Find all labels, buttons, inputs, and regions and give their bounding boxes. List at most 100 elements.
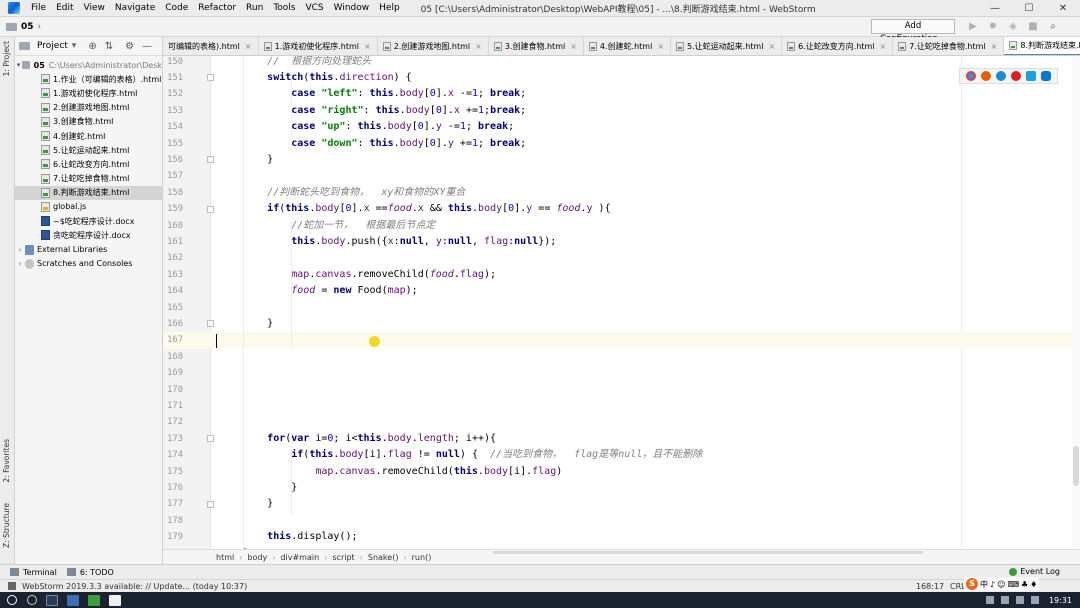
fold-marker-icon[interactable] bbox=[207, 74, 214, 82]
code-line[interactable]: 166 } bbox=[163, 316, 1080, 332]
breadcrumb-item[interactable]: script bbox=[332, 553, 354, 562]
code-line[interactable]: 157 bbox=[163, 168, 1080, 184]
ime-tray-icon[interactable] bbox=[1030, 596, 1039, 604]
firefox-icon[interactable] bbox=[980, 71, 991, 81]
ime-tools-icon[interactable]: ♦ bbox=[1030, 580, 1037, 589]
menu-file[interactable]: File bbox=[26, 0, 51, 17]
fold-marker-icon[interactable] bbox=[207, 156, 214, 164]
breadcrumb-item[interactable]: run() bbox=[412, 553, 432, 562]
minimize-button[interactable]: — bbox=[978, 0, 1012, 17]
ime-mode-chinese[interactable]: 中 bbox=[980, 579, 988, 590]
close-tab-icon[interactable]: × bbox=[991, 42, 998, 51]
tree-file-item[interactable]: global.js bbox=[15, 200, 162, 214]
menu-view[interactable]: View bbox=[79, 0, 110, 17]
close-tab-icon[interactable]: × bbox=[475, 42, 482, 51]
menu-code[interactable]: Code bbox=[160, 0, 193, 17]
code-editor[interactable]: 150 // 根据方向处理蛇头 151 switch(this.direction… bbox=[163, 56, 1080, 549]
debug-icon[interactable]: ✹ bbox=[983, 19, 1003, 34]
code-line[interactable]: 150 // 根据方向处理蛇头 bbox=[163, 56, 1080, 70]
editor-tab[interactable]: 7.让蛇吃掉食物.html × bbox=[893, 37, 1005, 55]
tree-scratches[interactable]: › Scratches and Consoles bbox=[15, 257, 162, 271]
code-line[interactable]: 159 if(this.body[0].x ==food.x && this.b… bbox=[163, 201, 1080, 217]
start-icon[interactable] bbox=[7, 595, 17, 605]
breadcrumb-item[interactable]: Snake() bbox=[368, 553, 399, 562]
tree-file-item[interactable]: ~$吃蛇程序设计.docx bbox=[15, 214, 162, 228]
code-line[interactable]: 154 case "up": this.body[0].y -=1; break… bbox=[163, 119, 1080, 135]
nav-folder-crumb[interactable]: 05 › bbox=[6, 22, 41, 32]
code-line[interactable]: 153 case "right": this.body[0].x +=1;bre… bbox=[163, 103, 1080, 119]
editor-tab[interactable]: 8.判断游戏结束.html× bbox=[1004, 37, 1080, 55]
ime-skin-icon[interactable]: ♣ bbox=[1021, 580, 1028, 589]
breadcrumb-item[interactable]: html bbox=[216, 553, 234, 562]
code-line[interactable]: 162 bbox=[163, 250, 1080, 266]
tree-file-item[interactable]: 贪吃蛇程序设计.docx bbox=[15, 228, 162, 242]
status-toggle-icon[interactable] bbox=[8, 582, 16, 590]
app-icon[interactable] bbox=[109, 594, 121, 606]
structure-tool-button[interactable]: Z: Structure bbox=[2, 503, 11, 548]
tree-file-item[interactable]: 5.让蛇运动起来.html bbox=[15, 143, 162, 157]
add-configuration-button[interactable]: Add Configuration... bbox=[871, 19, 955, 44]
close-tab-icon[interactable]: × bbox=[570, 42, 577, 51]
code-line[interactable]: 170 bbox=[163, 382, 1080, 398]
code-line[interactable]: 160 //蛇加一节， 根据最后节点定 bbox=[163, 218, 1080, 234]
code-line[interactable]: 179 this.display(); bbox=[163, 529, 1080, 545]
code-line[interactable]: 152 case "left": this.body[0].x -=1; bre… bbox=[163, 86, 1080, 102]
tree-file-item[interactable]: 4.创建蛇.html bbox=[15, 129, 162, 143]
close-button[interactable]: ✕ bbox=[1046, 0, 1080, 17]
breadcrumb-item[interactable]: body bbox=[247, 553, 267, 562]
tree-file-item[interactable]: 2.创建游戏地图.html bbox=[15, 101, 162, 115]
fold-marker-icon[interactable] bbox=[207, 435, 214, 443]
tree-external-libraries[interactable]: › External Libraries bbox=[15, 242, 162, 256]
chrome-icon[interactable] bbox=[965, 71, 976, 81]
project-tool-button[interactable]: 1: Project bbox=[2, 41, 11, 76]
close-tab-icon[interactable]: × bbox=[364, 42, 371, 51]
tree-file-item[interactable]: 3.创建食物.html bbox=[15, 115, 162, 129]
code-line[interactable]: 174 if(this.body[i].flag != null) { //当吃… bbox=[163, 447, 1080, 463]
tree-file-item[interactable]: 8.判断游戏结束.html bbox=[15, 185, 162, 200]
menu-window[interactable]: Window bbox=[329, 0, 375, 17]
run-icon[interactable]: ▶ bbox=[963, 19, 983, 34]
todo-tool-button[interactable]: 6: TODO bbox=[66, 568, 114, 577]
opera-icon[interactable] bbox=[1011, 71, 1022, 81]
fold-marker-icon[interactable] bbox=[207, 500, 214, 508]
ime-emoji-icon[interactable]: ☺ bbox=[997, 580, 1005, 589]
code-line[interactable]: 164 food = new Food(map); bbox=[163, 283, 1080, 299]
code-line[interactable]: 171 bbox=[163, 398, 1080, 414]
coverage-icon[interactable]: ◈ bbox=[1003, 19, 1023, 34]
network-icon[interactable] bbox=[1000, 596, 1009, 604]
vertical-scrollbar[interactable] bbox=[1072, 56, 1080, 549]
edge-icon[interactable] bbox=[1041, 71, 1052, 81]
tray-arrow-icon[interactable] bbox=[985, 596, 994, 604]
editor-tab[interactable]: 3.创建食物.html × bbox=[489, 37, 584, 55]
tree-file-item[interactable]: 1.游戏初使化程序.html bbox=[15, 86, 162, 100]
safari-icon[interactable] bbox=[995, 71, 1006, 81]
code-line[interactable]: 172 bbox=[163, 414, 1080, 430]
ime-punctuation-icon[interactable]: ♪ bbox=[990, 580, 995, 589]
code-line[interactable]: 156 } bbox=[163, 152, 1080, 168]
wechat-icon[interactable] bbox=[88, 594, 100, 606]
code-line[interactable]: 167 bbox=[163, 332, 1080, 349]
status-message[interactable]: WebStorm 2019.3.3 available: // Update..… bbox=[22, 582, 247, 591]
code-line[interactable]: 173 for(var i=0; i<this.body.length; i++… bbox=[163, 431, 1080, 447]
taskbar-clock[interactable]: 19:31 bbox=[1049, 596, 1072, 605]
code-line[interactable]: 168 bbox=[163, 349, 1080, 365]
code-line[interactable]: 151 switch(this.direction) { bbox=[163, 70, 1080, 86]
close-tab-icon[interactable]: × bbox=[657, 42, 664, 51]
code-line[interactable]: 158 //判断蛇头吃到食物， xy和食物的XY重合 bbox=[163, 185, 1080, 201]
tree-file-item[interactable]: 7.让蛇吃掉食物.html bbox=[15, 172, 162, 186]
close-tab-icon[interactable]: × bbox=[245, 42, 252, 51]
code-line[interactable]: 169 bbox=[163, 365, 1080, 381]
code-line[interactable]: 161 this.body.push({x:null, y:null, flag… bbox=[163, 234, 1080, 250]
menu-refactor[interactable]: Refactor bbox=[193, 0, 241, 17]
volume-icon[interactable] bbox=[1015, 596, 1024, 604]
app-window-icon[interactable] bbox=[67, 594, 79, 606]
tree-file-item[interactable]: 1.作业（可编辑的表格）.html bbox=[15, 72, 162, 86]
favorites-tool-button[interactable]: 2: Favorites bbox=[2, 439, 11, 483]
fold-marker-icon[interactable] bbox=[207, 205, 214, 213]
menu-edit[interactable]: Edit bbox=[51, 0, 78, 17]
code-line[interactable]: 178 bbox=[163, 513, 1080, 529]
collapse-all-icon[interactable]: ⇅ bbox=[105, 41, 113, 52]
terminal-tool-button[interactable]: Terminal bbox=[10, 568, 57, 577]
close-tab-icon[interactable]: × bbox=[880, 42, 887, 51]
scrollbar-thumb[interactable] bbox=[1073, 446, 1079, 486]
